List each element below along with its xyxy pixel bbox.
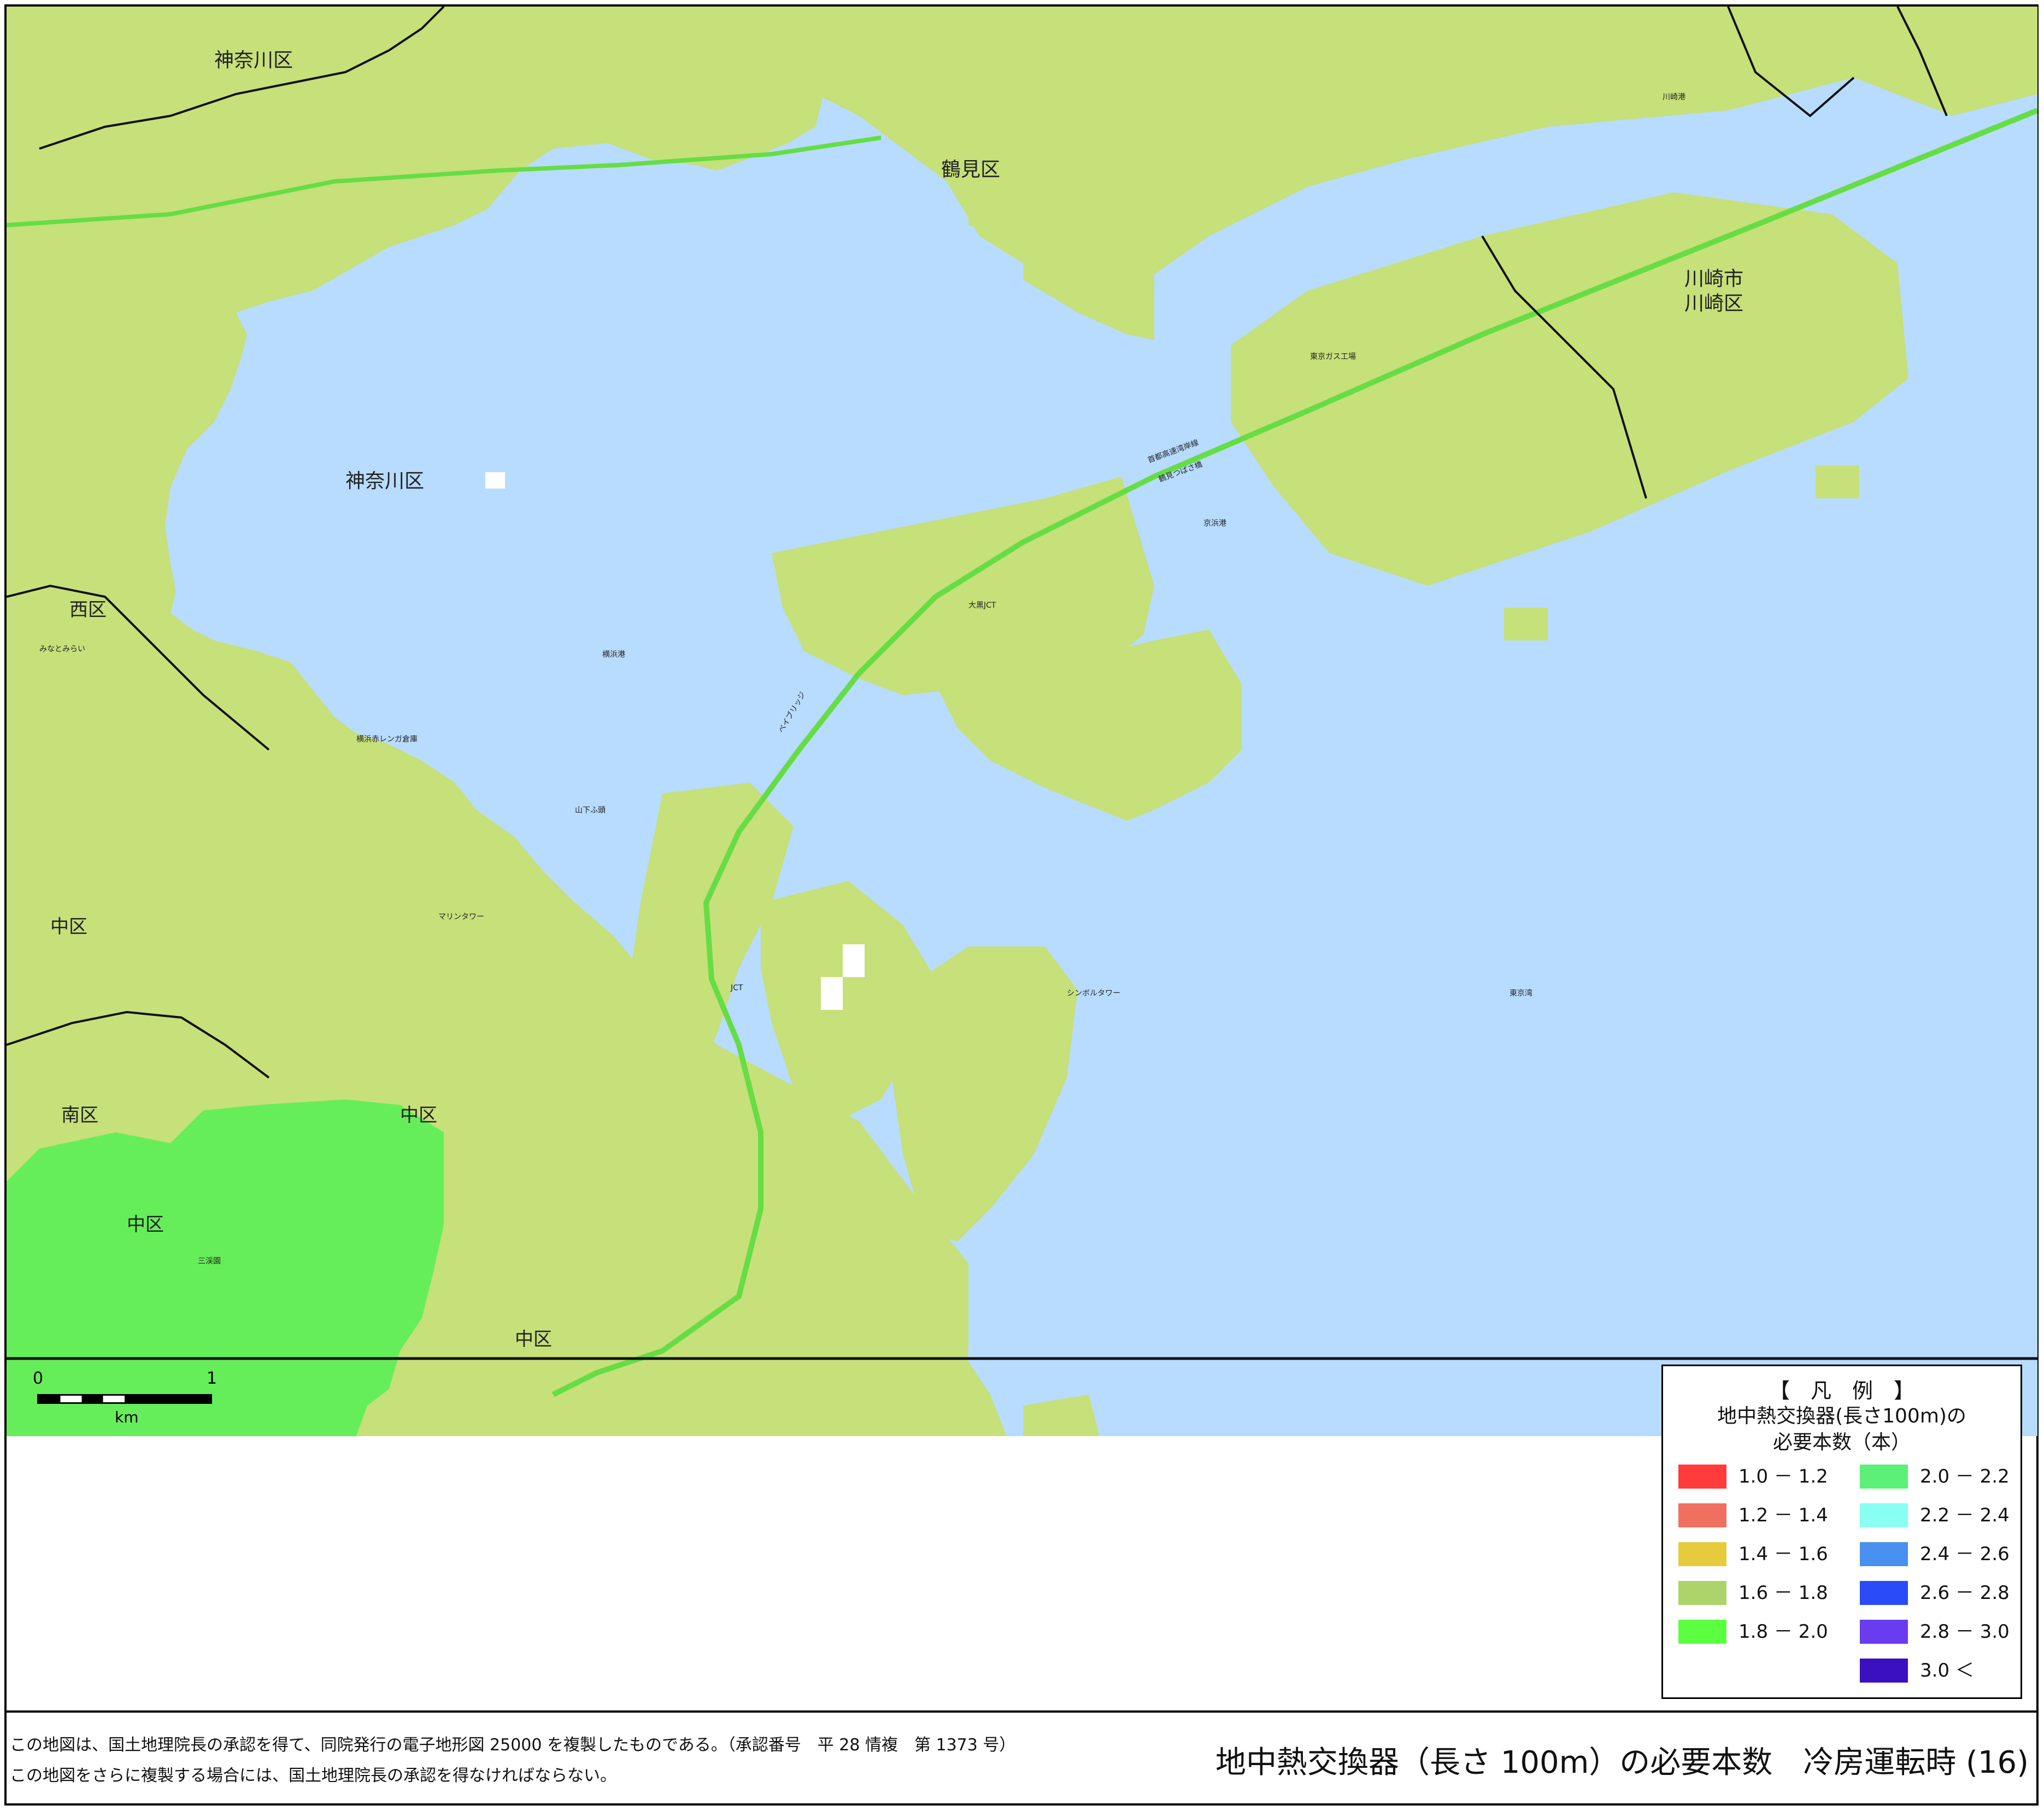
map-title: 地中熱交換器（長さ 100m）の必要本数 冷房運転時 (16) bbox=[1215, 1745, 2029, 1780]
label-tokyo-gas: 東京ガス工場 bbox=[1310, 352, 1356, 361]
legend-title-line2: 必要本数（本） bbox=[1772, 1431, 1911, 1454]
legend-label-left-3: 1.6 － 1.8 bbox=[1738, 1582, 1828, 1604]
label-naka-mid: 中区 bbox=[400, 1104, 437, 1126]
legend-label-left-4: 1.8 － 2.0 bbox=[1738, 1621, 1828, 1643]
legend-swatch-right-3 bbox=[1860, 1581, 1908, 1605]
label-tsurumi: 鶴見区 bbox=[941, 158, 1000, 181]
label-tokyo-bay: 東京湾 bbox=[1509, 989, 1532, 998]
label-naka-west: 中区 bbox=[50, 916, 87, 938]
legend-label-right-5: 3.0 ＜ bbox=[1920, 1660, 1974, 1681]
scale-max-label: 1 bbox=[207, 1369, 218, 1388]
label-sankeien: 三渓園 bbox=[198, 1257, 221, 1266]
legend-title-line1: 地中熱交換器(長さ100m)の bbox=[1717, 1405, 1966, 1427]
scale-min-label: 0 bbox=[33, 1369, 44, 1388]
label-minato-mirai: みなとみらい bbox=[39, 645, 85, 654]
legend-label-right-0: 2.0 － 2.2 bbox=[1920, 1466, 2010, 1487]
legend-swatch-right-2 bbox=[1860, 1542, 1908, 1566]
legend-label-right-1: 2.2 － 2.4 bbox=[1920, 1504, 2010, 1526]
label-kawasaki-port: 川崎港 bbox=[1663, 93, 1685, 102]
land-cell-b bbox=[1816, 466, 1859, 498]
label-symbol-tower: シンボルタワー bbox=[1067, 989, 1120, 998]
heat-exchanger-map[interactable]: 神奈川区 神奈川区 鶴見区 川崎市 川崎区 西区 中区 南区 中区 中区 中区 … bbox=[7, 7, 2037, 1436]
scale-unit-label: km bbox=[115, 1408, 139, 1426]
legend-swatch-left-2 bbox=[1678, 1542, 1726, 1566]
label-kanagawa-north: 神奈川区 bbox=[214, 49, 293, 72]
no-data-cell-1 bbox=[843, 944, 865, 977]
label-nishi: 西区 bbox=[69, 599, 107, 621]
legend-label-right-2: 2.4 － 2.6 bbox=[1920, 1543, 2010, 1565]
legend-bracket: 【 凡 例 】 bbox=[1769, 1379, 1914, 1403]
scale-bar-graphic bbox=[37, 1394, 212, 1404]
label-kanagawa-port: 神奈川区 bbox=[345, 470, 424, 492]
legend-swatch-left-3 bbox=[1678, 1581, 1726, 1605]
label-red-brick: 横浜赤レンガ倉庫 bbox=[356, 734, 418, 744]
copyright-note-line1: この地図は、国土地理院長の承認を得て、同院発行の電子地形図 25000 を複製し… bbox=[10, 1736, 1016, 1755]
legend-label-left-0: 1.0 － 1.2 bbox=[1738, 1466, 1828, 1487]
copyright-note-line2: この地図をさらに複製する場合には、国土地理院長の承認を得なければならない。 bbox=[10, 1766, 616, 1785]
legend: 【 凡 例 】 地中熱交換器(長さ100m)の 必要本数（本） 1.0 － 1.… bbox=[1661, 1365, 2022, 1699]
legend-swatch-right-4 bbox=[1860, 1620, 1908, 1644]
legend-swatch-left-4 bbox=[1678, 1620, 1726, 1644]
legend-label-right-3: 2.6 － 2.8 bbox=[1920, 1582, 2010, 1604]
label-honmoku-jct: JCT bbox=[730, 984, 743, 992]
legend-swatch-left-1 bbox=[1678, 1503, 1726, 1527]
scale-bar: 0 1 km bbox=[33, 1369, 230, 1429]
legend-label-right-4: 2.8 － 3.0 bbox=[1920, 1621, 2010, 1643]
label-kawasaki-city: 川崎市 bbox=[1684, 268, 1743, 290]
label-yamashita-pier: 山下ふ頭 bbox=[575, 806, 606, 815]
no-data-cell-3 bbox=[485, 472, 505, 489]
label-daikoku-jct: 大黒JCT bbox=[968, 601, 996, 610]
label-keihin-port: 京浜港 bbox=[1203, 519, 1226, 528]
label-marine-tower: マリンタワー bbox=[438, 913, 484, 921]
legend-label-left-1: 1.2 － 1.4 bbox=[1738, 1504, 1828, 1526]
label-naka-south: 中区 bbox=[515, 1328, 552, 1350]
legend-swatch-right-0 bbox=[1860, 1465, 1908, 1489]
label-naka-park: 中区 bbox=[127, 1214, 164, 1236]
legend-label-left-2: 1.4 － 1.6 bbox=[1738, 1543, 1828, 1565]
label-kawasaki-ward: 川崎区 bbox=[1684, 292, 1743, 315]
legend-swatch-left-0 bbox=[1678, 1465, 1726, 1489]
label-minami: 南区 bbox=[61, 1104, 98, 1126]
no-data-cell-2 bbox=[821, 977, 843, 1010]
legend-swatch-right-5 bbox=[1860, 1659, 1908, 1683]
label-yokohama-port: 横浜港 bbox=[602, 650, 625, 659]
footer-rule bbox=[4, 1710, 2039, 1713]
legend-swatch-right-1 bbox=[1860, 1503, 1908, 1527]
land-cell-a bbox=[1504, 608, 1548, 640]
